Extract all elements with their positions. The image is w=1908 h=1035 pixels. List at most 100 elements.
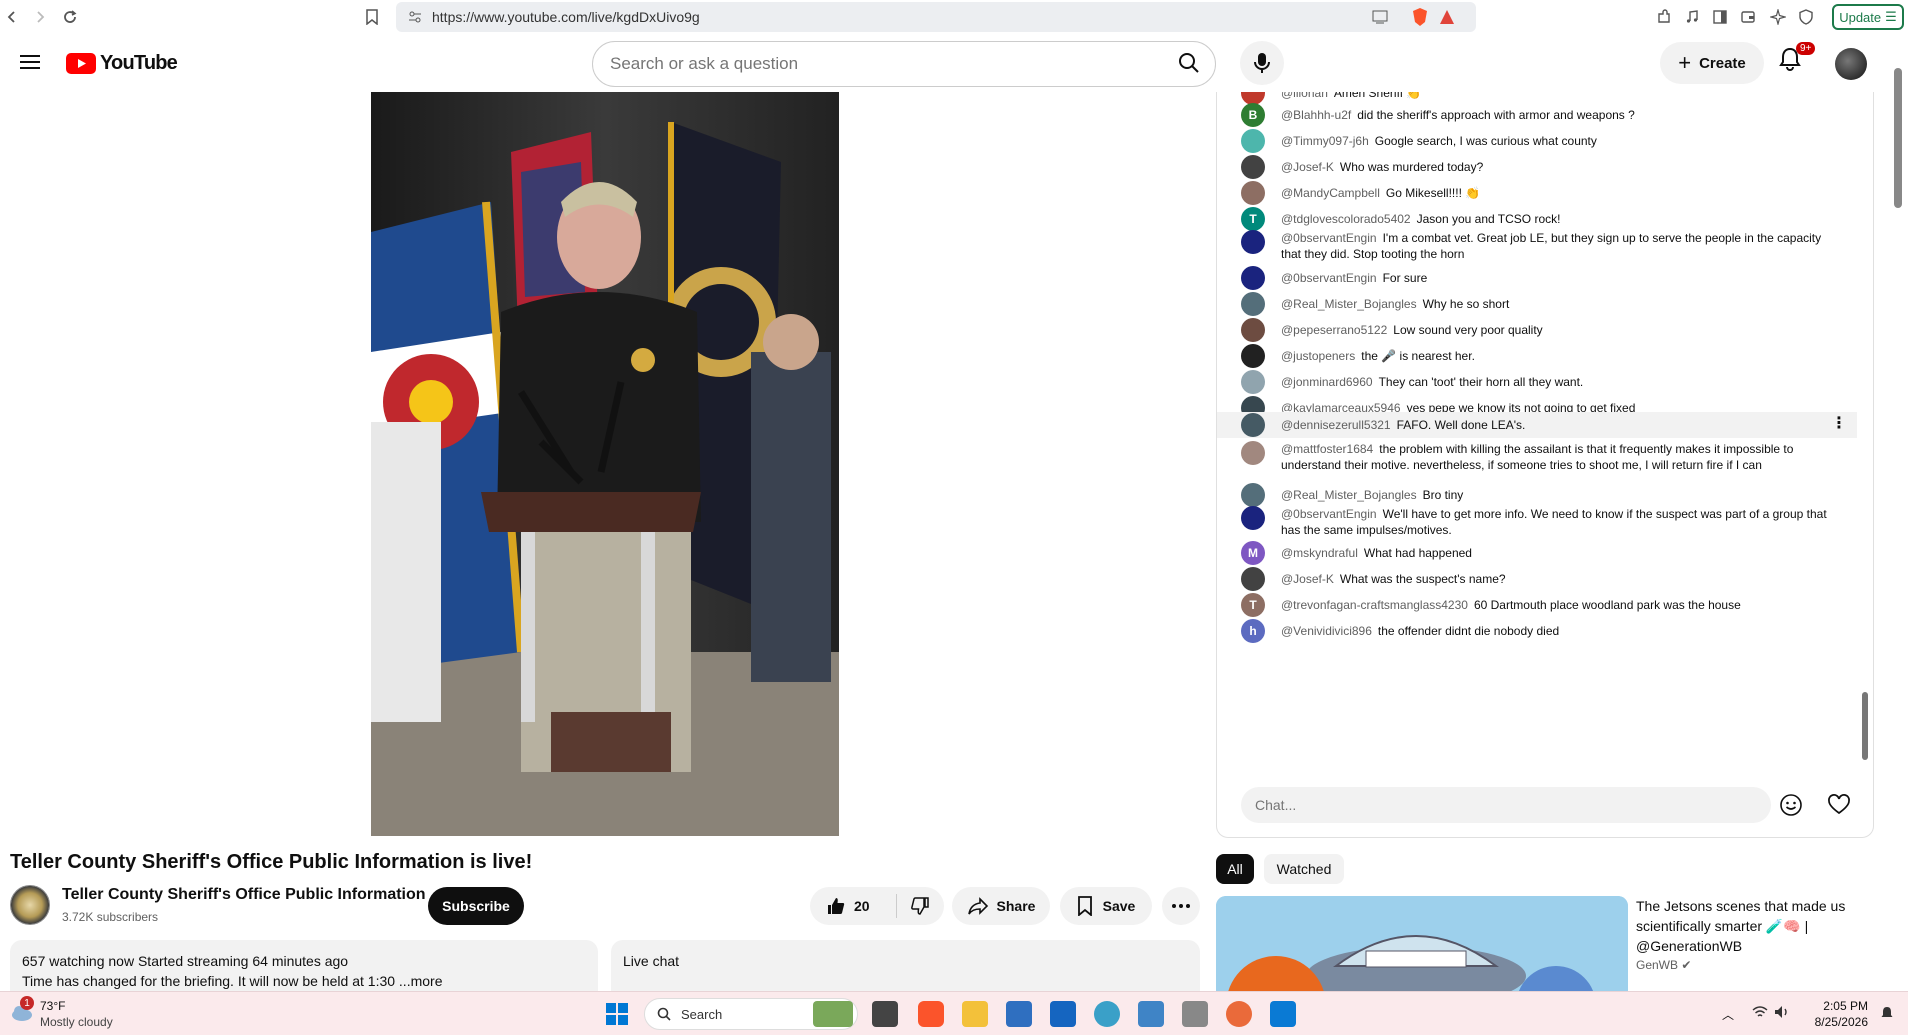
chevron-up-icon[interactable]: ︿ (1722, 1006, 1734, 1023)
pen-tool-icon[interactable] (1182, 1001, 1208, 1027)
chat-author-name[interactable]: @lilohan (1281, 92, 1328, 100)
chat-author-name[interactable]: @MandyCampbell (1281, 186, 1380, 200)
chat-message[interactable]: @0bservantEngin I'm a combat vet. Great j… (1217, 228, 1857, 264)
starburst-app-icon[interactable] (1226, 1001, 1252, 1027)
chat-message[interactable]: @pepeserrano5122 Low sound very poor qual… (1217, 317, 1857, 343)
subscribe-button[interactable]: Subscribe (428, 887, 524, 925)
chat-message[interactable]: @0bservantEngin For sure (1217, 265, 1857, 291)
chat-author-avatar[interactable] (1241, 181, 1265, 205)
chat-author-avatar[interactable] (1241, 567, 1265, 591)
chat-message[interactable]: @Timmy097-j6h Google search, I was curiou… (1217, 128, 1857, 154)
chat-message[interactable]: @jonminard6960 They can 'toot' their horn… (1217, 369, 1857, 395)
taskbar-search-box[interactable]: Search (644, 998, 858, 1030)
like-button[interactable]: 20 (810, 896, 896, 916)
heart-icon[interactable] (1827, 793, 1851, 817)
chat-author-name[interactable]: @Real_Mister_Bojangles (1281, 297, 1417, 311)
brave-browser-icon[interactable] (918, 1001, 944, 1027)
forward-icon[interactable] (28, 5, 52, 29)
chat-author-name[interactable]: @0bservantEngin (1281, 507, 1377, 521)
chat-author-name[interactable]: @tdglovescolorado5402 (1281, 212, 1411, 226)
site-settings-icon[interactable] (408, 10, 422, 24)
chat-author-name[interactable]: @jonminard6960 (1281, 375, 1373, 389)
create-button[interactable]: + Create (1660, 42, 1764, 84)
voice-search-button[interactable] (1240, 41, 1284, 85)
youtube-logo[interactable]: YouTube (66, 52, 178, 75)
emoji-icon[interactable] (1779, 793, 1803, 817)
chat-author-avatar[interactable] (1241, 413, 1265, 437)
chat-message[interactable]: T @trevonfagan-craftsmanglass4230 60 Dartm… (1217, 592, 1857, 618)
chat-author-name[interactable]: @Blahhh-u2f (1281, 108, 1351, 122)
chat-author-avatar[interactable] (1241, 266, 1265, 290)
vscode-icon[interactable] (1270, 1001, 1296, 1027)
chat-message[interactable]: @dennisezerull5321 FAFO. Well done LEA's.… (1217, 412, 1857, 438)
chat-scrollbar[interactable] (1862, 692, 1868, 760)
chat-author-name[interactable]: @mattfoster1684 (1281, 442, 1373, 456)
more-actions-button[interactable] (1162, 887, 1200, 925)
bookmark-icon[interactable] (360, 5, 384, 29)
search-input[interactable] (610, 54, 1130, 74)
clock-time[interactable]: 2:05 PM (1816, 999, 1868, 1013)
chat-message[interactable]: @Josef-K What was the suspect's name? (1217, 566, 1857, 592)
hamburger-menu-icon[interactable] (20, 54, 40, 70)
weather-temperature[interactable]: 73°F (40, 999, 65, 1013)
message-menu-icon[interactable]: ⋮ (1831, 415, 1847, 433)
chat-author-name[interactable]: @Venividivici896 (1281, 624, 1372, 638)
chat-message[interactable]: @Josef-K Who was murdered today? (1217, 154, 1857, 180)
chat-author-avatar[interactable] (1241, 155, 1265, 179)
chat-author-name[interactable]: @pepeserrano5122 (1281, 323, 1387, 337)
wallet-icon[interactable] (1738, 7, 1758, 27)
chat-message[interactable]: h @Venividivici896 the offender didnt die … (1217, 618, 1857, 644)
chat-author-name[interactable]: @mskyndraful (1281, 546, 1358, 560)
globe-app-icon[interactable] (1094, 1001, 1120, 1027)
chat-author-avatar[interactable]: B (1241, 103, 1265, 127)
chat-author-avatar[interactable]: M (1241, 541, 1265, 565)
chat-author-avatar[interactable]: h (1241, 619, 1265, 643)
extensions-icon[interactable] (1654, 7, 1674, 27)
account-avatar[interactable] (1835, 48, 1867, 80)
chat-author-name[interactable]: @trevonfagan-craftsmanglass4230 (1281, 598, 1468, 612)
photos-app-icon[interactable] (1138, 1001, 1164, 1027)
chat-author-name[interactable]: @0bservantEngin (1281, 231, 1377, 245)
chat-author-avatar[interactable] (1241, 292, 1265, 316)
vpn-shield-icon[interactable] (1796, 7, 1816, 27)
chat-author-avatar[interactable] (1241, 318, 1265, 342)
dislike-button[interactable] (897, 896, 943, 916)
chat-author-name[interactable]: @Josef-K (1281, 160, 1334, 174)
save-button[interactable]: Save (1060, 887, 1152, 925)
page-scrollbar[interactable] (1894, 68, 1902, 208)
chat-message[interactable]: @MandyCampbell Go Mikesell!!!! 👏 (1217, 180, 1857, 206)
volume-icon[interactable] (1774, 1005, 1790, 1019)
chat-author-name[interactable]: @justopeners (1281, 349, 1355, 363)
address-bar[interactable]: https://www.youtube.com/live/kgdDxUivo9g (396, 2, 1476, 32)
chat-author-name[interactable]: @Josef-K (1281, 572, 1334, 586)
task-view-icon[interactable] (872, 1001, 898, 1027)
chat-author-name[interactable]: @Real_Mister_Bojangles (1281, 488, 1417, 502)
cast-icon[interactable] (1371, 9, 1389, 25)
channel-avatar[interactable] (10, 885, 50, 925)
back-icon[interactable] (0, 5, 24, 29)
windows-start-icon[interactable] (606, 1003, 628, 1025)
chat-message-list[interactable]: @lilohan Amen Sheriff 👏 B @Blahhh-u2f did th… (1217, 92, 1857, 778)
wifi-icon[interactable] (1752, 1005, 1768, 1019)
chat-author-avatar[interactable] (1241, 230, 1265, 254)
chat-author-name[interactable]: @Timmy097-j6h (1281, 134, 1369, 148)
chip-watched[interactable]: Watched (1264, 854, 1344, 884)
reload-icon[interactable] (58, 5, 82, 29)
leo-ai-icon[interactable] (1768, 7, 1788, 27)
chat-message[interactable]: M @mskyndraful What had happened (1217, 540, 1857, 566)
file-explorer-icon[interactable] (962, 1001, 988, 1027)
powershell-icon[interactable] (1006, 1001, 1032, 1027)
sidebar-icon[interactable] (1710, 7, 1730, 27)
music-icon[interactable] (1682, 7, 1702, 27)
chat-author-avatar[interactable] (1241, 129, 1265, 153)
chat-message[interactable]: B @Blahhh-u2f did the sheriff's approach w… (1217, 102, 1857, 128)
chat-author-avatar[interactable] (1241, 370, 1265, 394)
brave-shield-icon[interactable] (1411, 7, 1429, 27)
chat-message[interactable]: @mattfoster1684 the problem with killing … (1217, 439, 1857, 475)
chat-message[interactable]: @0bservantEngin We'll have to get more in… (1217, 504, 1857, 540)
notepad-icon[interactable] (1050, 1001, 1076, 1027)
chat-message[interactable]: @Real_Mister_Bojangles Why he so short (1217, 291, 1857, 317)
notification-center-icon[interactable] (1880, 1005, 1894, 1021)
chat-input[interactable] (1255, 797, 1735, 813)
chip-all[interactable]: All (1216, 854, 1254, 884)
